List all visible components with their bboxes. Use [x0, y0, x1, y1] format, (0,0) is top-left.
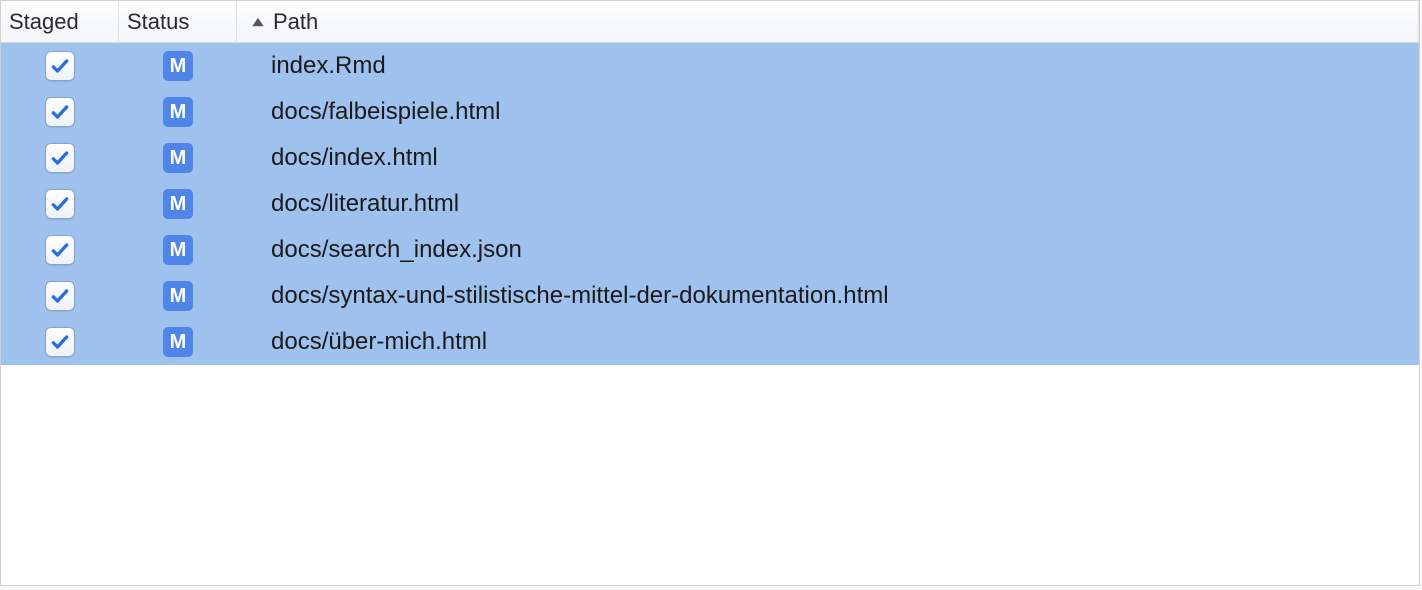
git-changes-panel: Staged Status Path Mindex.RmdMdocs/falbe…: [0, 0, 1420, 586]
column-header-path-label: Path: [273, 9, 318, 35]
file-row[interactable]: Mdocs/search_index.json: [1, 227, 1419, 273]
modified-badge: M: [163, 281, 193, 311]
file-row[interactable]: Mdocs/über-mich.html: [1, 319, 1419, 365]
path-cell: docs/literatur.html: [237, 181, 1419, 227]
path-cell: docs/syntax-und-stilistische-mittel-der-…: [237, 273, 1419, 319]
path-cell: docs/search_index.json: [237, 227, 1419, 273]
status-cell: M: [119, 319, 237, 365]
status-cell: M: [119, 273, 237, 319]
file-row[interactable]: Mdocs/index.html: [1, 135, 1419, 181]
column-header-path[interactable]: Path: [237, 1, 1419, 42]
check-icon: [50, 286, 70, 306]
modified-badge: M: [163, 97, 193, 127]
file-path-text: docs/falbeispiele.html: [271, 98, 500, 126]
file-path-text: docs/über-mich.html: [271, 328, 487, 356]
file-path-text: docs/search_index.json: [271, 236, 522, 264]
column-header-staged[interactable]: Staged: [1, 1, 119, 42]
staged-checkbox[interactable]: [45, 97, 75, 127]
column-header-status[interactable]: Status: [119, 1, 237, 42]
column-header-row: Staged Status Path: [1, 1, 1419, 43]
staged-cell: [1, 135, 119, 181]
file-row[interactable]: Mdocs/falbeispiele.html: [1, 89, 1419, 135]
staged-checkbox[interactable]: [45, 189, 75, 219]
modified-badge: M: [163, 189, 193, 219]
modified-badge: M: [163, 143, 193, 173]
staged-checkbox[interactable]: [45, 235, 75, 265]
staged-cell: [1, 227, 119, 273]
file-list: Mindex.RmdMdocs/falbeispiele.htmlMdocs/i…: [1, 43, 1419, 365]
modified-badge: M: [163, 327, 193, 357]
status-cell: M: [119, 181, 237, 227]
check-icon: [50, 332, 70, 352]
path-cell: docs/index.html: [237, 135, 1419, 181]
staged-checkbox[interactable]: [45, 143, 75, 173]
check-icon: [50, 240, 70, 260]
staged-cell: [1, 43, 119, 89]
status-cell: M: [119, 227, 237, 273]
file-path-text: docs/index.html: [271, 144, 438, 172]
column-header-staged-label: Staged: [9, 9, 79, 35]
file-row[interactable]: Mdocs/literatur.html: [1, 181, 1419, 227]
file-row[interactable]: Mdocs/syntax-und-stilistische-mittel-der…: [1, 273, 1419, 319]
check-icon: [50, 194, 70, 214]
file-path-text: docs/literatur.html: [271, 190, 459, 218]
staged-checkbox[interactable]: [45, 327, 75, 357]
file-path-text: index.Rmd: [271, 52, 386, 80]
path-cell: docs/über-mich.html: [237, 319, 1419, 365]
staged-cell: [1, 319, 119, 365]
check-icon: [50, 102, 70, 122]
status-cell: M: [119, 135, 237, 181]
staged-cell: [1, 273, 119, 319]
sort-ascending-icon: [251, 15, 265, 29]
status-cell: M: [119, 89, 237, 135]
status-cell: M: [119, 43, 237, 89]
staged-checkbox[interactable]: [45, 51, 75, 81]
file-row[interactable]: Mindex.Rmd: [1, 43, 1419, 89]
staged-cell: [1, 89, 119, 135]
staged-checkbox[interactable]: [45, 281, 75, 311]
staged-cell: [1, 181, 119, 227]
column-header-status-label: Status: [127, 9, 189, 35]
check-icon: [50, 56, 70, 76]
path-cell: docs/falbeispiele.html: [237, 89, 1419, 135]
file-path-text: docs/syntax-und-stilistische-mittel-der-…: [271, 282, 889, 310]
check-icon: [50, 148, 70, 168]
modified-badge: M: [163, 51, 193, 81]
modified-badge: M: [163, 235, 193, 265]
path-cell: index.Rmd: [237, 43, 1419, 89]
